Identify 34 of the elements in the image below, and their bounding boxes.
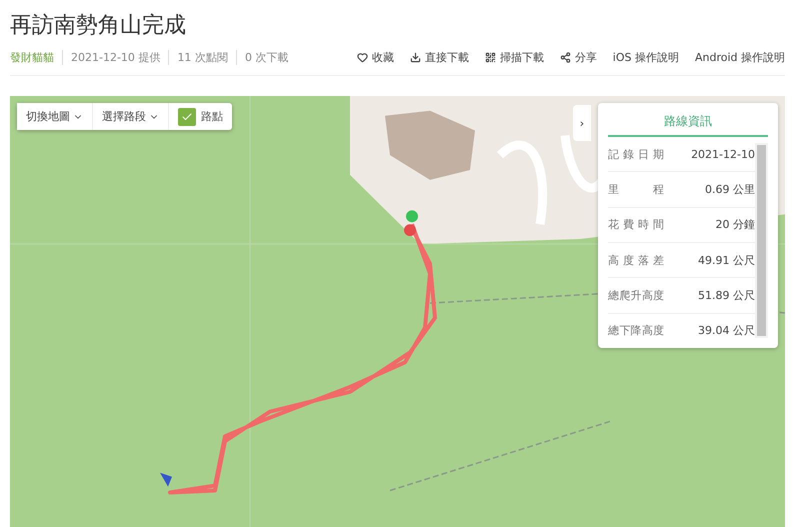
action-link[interactable]: 收藏 xyxy=(356,50,394,65)
meta-text: 0 次下載 xyxy=(236,50,288,65)
info-value: 39.04 公尺 xyxy=(698,323,755,338)
info-value: 49.91 公尺 xyxy=(698,252,755,268)
qr-icon xyxy=(484,52,496,63)
action-link[interactable]: Android 操作說明 xyxy=(694,50,785,65)
checkbox-label: 路點 xyxy=(201,109,223,124)
action-link[interactable]: 直接下載 xyxy=(410,50,469,65)
page-title: 再訪南勢角山完成 xyxy=(10,12,187,40)
info-value: 20 分鐘 xyxy=(716,217,755,232)
action-link[interactable]: 掃描下載 xyxy=(484,50,544,65)
meta-text: 2021-12-10 提供 xyxy=(62,50,160,65)
action-link[interactable]: 分享 xyxy=(560,50,597,65)
info-label: 總爬升高度 xyxy=(608,288,664,303)
waypoints-checkbox[interactable] xyxy=(178,108,196,126)
meta-text: 11 次點閱 xyxy=(168,50,228,65)
info-value: 0.69 公里 xyxy=(705,182,755,197)
info-label: 記錄日期 xyxy=(608,146,664,162)
check-icon xyxy=(181,110,193,122)
map-dropdown[interactable]: 切換地圖 xyxy=(17,103,93,130)
info-label: 里程 xyxy=(608,182,664,197)
info-value: 51.89 公尺 xyxy=(698,288,755,303)
panel-toggle-button[interactable]: › xyxy=(573,105,591,141)
download-icon xyxy=(410,52,421,63)
share-icon xyxy=(560,52,571,63)
action-link[interactable]: iOS 操作說明 xyxy=(612,50,679,65)
info-label: 高度落差 xyxy=(608,252,664,268)
scrollbar[interactable] xyxy=(755,143,768,338)
info-value: 2021-12-10 xyxy=(691,148,755,161)
panel-title: 路線資訊 xyxy=(608,103,768,137)
heart-icon xyxy=(356,52,368,63)
info-label: 花費時間 xyxy=(608,217,664,232)
map-dropdown[interactable]: 選擇路段 xyxy=(93,103,169,130)
info-label: 總下降高度 xyxy=(608,323,664,338)
